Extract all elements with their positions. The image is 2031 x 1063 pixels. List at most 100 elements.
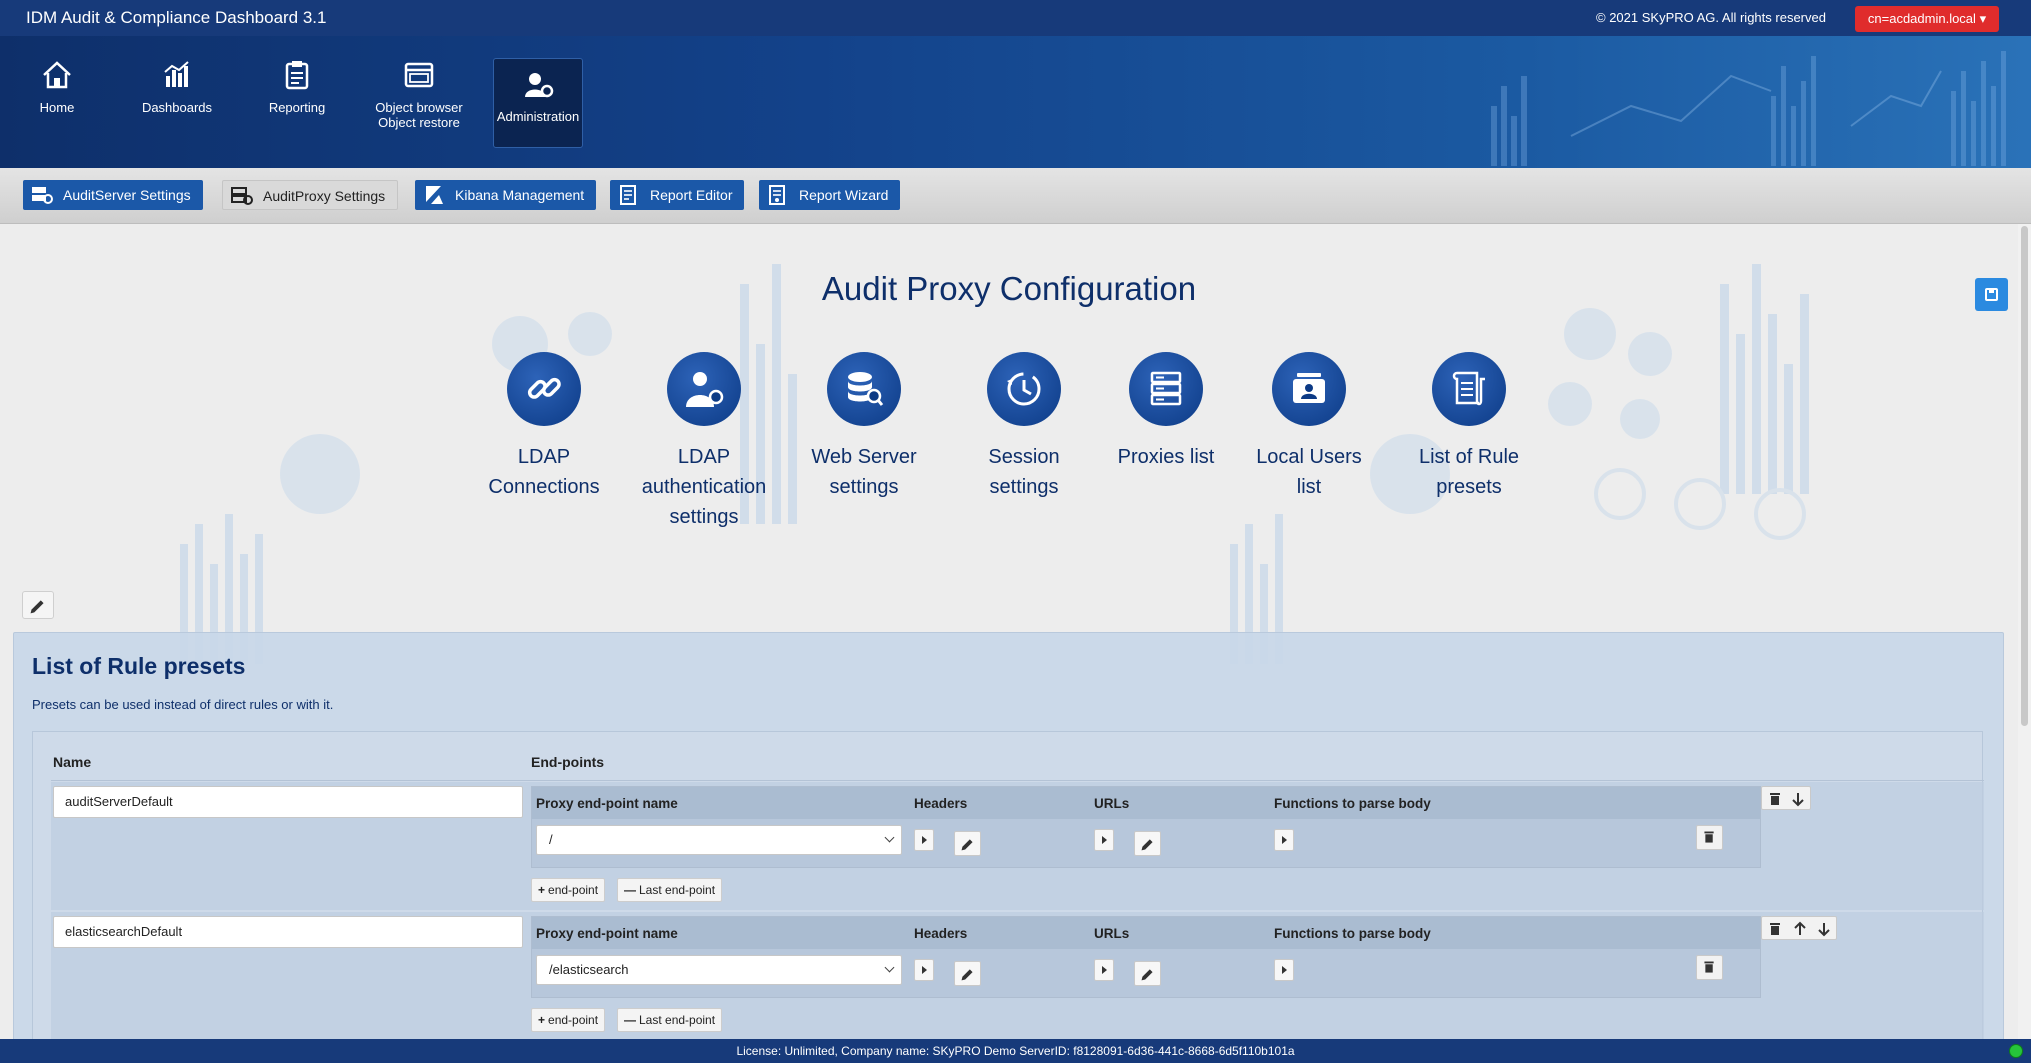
trash-icon — [1704, 961, 1714, 973]
dashboard-chart-icon — [164, 61, 189, 87]
clipboard-icon — [285, 61, 309, 90]
home-icon — [43, 61, 71, 89]
column-header-endpoints: End-points — [531, 754, 605, 770]
save-floppy-icon — [1985, 288, 1998, 301]
tile-label-line: settings — [989, 476, 1059, 498]
tile-label-line: Connections — [488, 476, 600, 498]
preset-name-input[interactable]: auditServerDefault — [53, 786, 523, 818]
clock-history-icon — [1007, 372, 1041, 406]
functions-expand-button[interactable] — [1274, 959, 1294, 981]
nav-administration-label: Administration — [496, 109, 580, 124]
nav-reporting[interactable]: Reporting — [238, 58, 356, 115]
ep-col-functions: Functions to parse body — [1274, 926, 1431, 941]
plus-icon: + — [538, 1013, 546, 1027]
report-editor-button[interactable]: Report Editor — [610, 180, 745, 210]
nav-object-browser[interactable]: Object browser Object restore — [360, 58, 478, 130]
browser-window-icon — [404, 62, 434, 88]
tile-label-line: LDAP — [677, 446, 731, 468]
tile-proxies-list[interactable]: Proxies list — [1096, 352, 1236, 472]
minus-icon: — — [624, 1013, 636, 1027]
panel-description: Presets can be used instead of direct ru… — [32, 697, 334, 712]
headers-expand-button[interactable] — [914, 829, 934, 851]
proxy-settings-icon — [231, 187, 253, 205]
ep-col-functions: Functions to parse body — [1274, 796, 1431, 811]
page-title: Audit Proxy Configuration — [821, 270, 1197, 307]
nav-administration[interactable]: Administration — [493, 58, 583, 148]
auditproxy-settings-button[interactable]: AuditProxy Settings — [222, 180, 399, 210]
remove-last-endpoint-button[interactable]: — Last end-point — [617, 1008, 723, 1032]
ep-col-name: Proxy end-point name — [536, 926, 678, 941]
pencil-icon — [1141, 839, 1153, 851]
headers-edit-button[interactable] — [954, 961, 981, 986]
auditproxy-settings-label: AuditProxy Settings — [263, 188, 386, 204]
remove-last-endpoint-button[interactable]: — Last end-point — [617, 878, 723, 902]
user-name: cn=acdadmin.local — [1867, 11, 1976, 26]
tile-ldap-authentication[interactable]: LDAP authentication settings — [634, 352, 774, 532]
arrow-down-icon[interactable] — [1815, 920, 1833, 938]
tile-local-users-list[interactable]: Local Users list — [1239, 352, 1379, 502]
nav-home-label: Home — [39, 100, 75, 115]
endpoint-table-header — [532, 917, 1760, 949]
endpoint-table-header — [532, 787, 1760, 819]
endpoint-name-select[interactable]: / — [536, 825, 902, 855]
report-wizard-button[interactable]: Report Wizard — [759, 180, 901, 210]
nav-dashboards[interactable]: Dashboards — [118, 58, 236, 115]
tile-label-line: Local Users — [1256, 446, 1362, 468]
delete-endpoint-button[interactable] — [1696, 955, 1723, 980]
tile-local-users-label: Local Users list — [1239, 442, 1379, 502]
trash-icon[interactable] — [1766, 920, 1784, 938]
delete-endpoint-button[interactable] — [1696, 825, 1723, 850]
web-server-circle — [827, 352, 901, 426]
nav-home[interactable]: Home — [0, 58, 116, 115]
tile-proxies-label: Proxies list — [1096, 442, 1236, 472]
remove-last-endpoint-label: Last end-point — [639, 1013, 716, 1027]
trash-icon[interactable] — [1766, 790, 1784, 808]
trash-icon — [1704, 831, 1714, 843]
urls-expand-button[interactable] — [1094, 959, 1114, 981]
headers-expand-button[interactable] — [914, 959, 934, 981]
scrollbar-thumb[interactable] — [2021, 226, 2028, 726]
rule-presets-panel: List of Rule presets Presets can be used… — [13, 632, 2004, 1039]
report-editor-label: Report Editor — [650, 187, 733, 203]
preset-name-input[interactable]: elasticsearchDefault — [53, 916, 523, 948]
pencil-icon — [961, 969, 973, 981]
urls-edit-button[interactable] — [1134, 961, 1161, 986]
functions-expand-button[interactable] — [1274, 829, 1294, 851]
server-stack-icon — [1150, 371, 1182, 406]
minus-icon: — — [624, 883, 636, 897]
tile-ldap-connections[interactable]: LDAP Connections — [474, 352, 614, 502]
arrow-up-icon[interactable] — [1791, 920, 1809, 938]
tile-rule-presets-label: List of Rule presets — [1399, 442, 1539, 502]
headers-edit-button[interactable] — [954, 831, 981, 856]
kibana-icon — [426, 186, 443, 204]
save-button[interactable] — [1975, 278, 2008, 311]
kibana-management-button[interactable]: Kibana Management — [415, 180, 597, 210]
header-chart-decoration — [1491, 51, 2006, 166]
tile-rule-presets[interactable]: List of Rule presets — [1399, 352, 1539, 502]
pencil-icon — [30, 600, 44, 614]
endpoint-name-select[interactable]: /elasticsearch — [536, 955, 902, 985]
arrow-down-icon[interactable] — [1789, 790, 1807, 808]
column-header-name: Name — [53, 754, 92, 770]
urls-expand-button[interactable] — [1094, 829, 1114, 851]
caret-down-icon: ▾ — [1979, 11, 1987, 26]
endpoint-table: Proxy end-point name Headers URLs Functi… — [531, 916, 1761, 998]
auditserver-settings-button[interactable]: AuditServer Settings — [23, 180, 203, 210]
add-endpoint-button[interactable]: + end-point — [531, 878, 606, 902]
report-wizard-icon — [769, 185, 785, 205]
add-endpoint-button[interactable]: + end-point — [531, 1008, 606, 1032]
user-gear-icon — [686, 372, 724, 407]
vertical-scrollbar[interactable] — [2018, 224, 2031, 1039]
tile-session-settings[interactable]: Session settings — [954, 352, 1094, 502]
chevron-down-icon — [884, 962, 895, 973]
user-menu-button[interactable]: cn=acdadmin.local ▾ — [1855, 6, 1999, 32]
edit-mode-button[interactable] — [22, 591, 54, 619]
kibana-management-label: Kibana Management — [455, 187, 585, 203]
tile-label-line: settings — [669, 506, 739, 528]
tile-label-line: List of Rule — [1418, 446, 1520, 468]
urls-edit-button[interactable] — [1134, 831, 1161, 856]
tile-web-server-settings[interactable]: Web Server settings — [794, 352, 934, 502]
ldap-auth-circle — [667, 352, 741, 426]
remove-last-endpoint-label: Last end-point — [639, 883, 716, 897]
copyright-text: © 2021 SKyPRO AG. All rights reserved — [1596, 10, 1826, 25]
